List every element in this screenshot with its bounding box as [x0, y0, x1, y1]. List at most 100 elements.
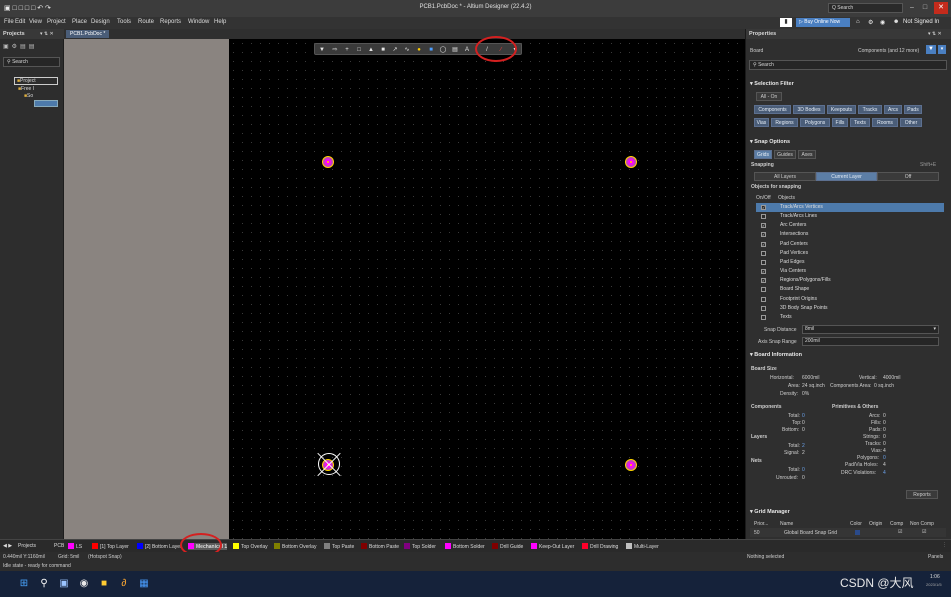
tree-item-source[interactable]: ■So [24, 93, 33, 99]
projects-search-input[interactable]: ⚲ Search [3, 57, 60, 67]
snap-object-row[interactable]: Footprint Origins [756, 295, 944, 304]
layer-tab[interactable]: Drill Guide [492, 543, 523, 550]
route-icon[interactable]: ⇨ [331, 46, 339, 54]
browser-icon[interactable]: ◉ [78, 578, 90, 590]
chat-icon[interactable]: ▮ [780, 18, 792, 27]
layer-tab[interactable]: Top Paste [324, 543, 354, 550]
snap-object-row[interactable]: 3D Body Snap Points [756, 304, 944, 313]
snap-object-row[interactable]: Texts [756, 313, 944, 322]
tree-item-pcbdoc[interactable] [34, 100, 58, 107]
layer-tab[interactable]: Multi-Layer [626, 543, 659, 550]
menu-project[interactable]: Project [47, 19, 66, 25]
layer-more-icon[interactable]: ⋮ [942, 542, 947, 548]
buy-online-button[interactable]: ▷ Buy Online Now [796, 18, 850, 27]
filter-dropdown-icon[interactable]: ▾ [938, 45, 946, 54]
menu-reports[interactable]: Reports [160, 19, 181, 25]
snap-all-layers-button[interactable]: All Layers [754, 172, 816, 181]
task-view-icon[interactable]: ▣ [58, 578, 70, 590]
snap-object-checkbox[interactable]: ✓ [761, 205, 766, 210]
filter-fills-button[interactable]: Fills [832, 118, 848, 127]
panel-controls-icon[interactable]: ▾ ⇅ ✕ [928, 31, 942, 37]
grid-manager-header[interactable]: ▾ Grid Manager [750, 509, 790, 515]
pad-top-left[interactable] [323, 157, 333, 167]
altium-icon[interactable]: ∂ [118, 578, 130, 590]
fill-icon[interactable]: ■ [427, 46, 435, 54]
snap-object-checkbox[interactable] [761, 314, 766, 320]
snap-object-row[interactable]: ✓ Track/Arcs Vertices [756, 203, 944, 212]
filter-pads-button[interactable]: Pads [904, 105, 922, 114]
snap-object-row[interactable]: Track/Arcs Lines [756, 212, 944, 221]
layer-tab[interactable]: Drill Drawing [582, 543, 618, 550]
grid-noncomp-checkbox[interactable]: ☑ [922, 529, 926, 535]
snap-distance-select[interactable]: 8mil ▾ [802, 325, 939, 334]
board-info-header[interactable]: ▾ Board Information [750, 352, 802, 358]
home-icon[interactable]: ⌂ [856, 19, 860, 25]
panels-button[interactable]: Panels [928, 554, 943, 560]
selection-filter-header[interactable]: ▾ Selection Filter [750, 81, 794, 87]
layer-tab[interactable]: [1] Top Layer [92, 543, 129, 550]
filter-icon[interactable]: ▼ [926, 45, 936, 54]
polygon-icon[interactable]: ◯ [439, 46, 447, 54]
align-icon[interactable]: ▲ [367, 46, 375, 54]
snap-object-row[interactable]: Pad Vertices [756, 249, 944, 258]
snap-tab-guides[interactable]: Guides [774, 150, 796, 159]
snap-object-row[interactable]: ✓ Arc Centers [756, 221, 944, 230]
menu-place[interactable]: Place [72, 19, 87, 25]
filter-keepouts-button[interactable]: Keepouts [827, 105, 856, 114]
menu-view[interactable]: View [29, 19, 42, 25]
reports-button[interactable]: Reports [906, 490, 938, 499]
windows-start-icon[interactable]: ⊞ [18, 578, 30, 590]
snap-options-header[interactable]: ▾ Snap Options [750, 139, 790, 145]
filter-tracks-button[interactable]: Tracks [858, 105, 882, 114]
grid-color-swatch[interactable] [855, 530, 860, 535]
grid-comp-checkbox[interactable]: ☑ [898, 529, 902, 535]
polygons-value[interactable]: 0 [883, 455, 886, 461]
filter-regions-button[interactable]: Regions [771, 118, 798, 127]
tab-projects[interactable]: Projects [18, 543, 36, 549]
snap-object-checkbox[interactable]: ✓ [761, 269, 766, 275]
layer-tab[interactable]: Bottom Overlay [274, 543, 316, 550]
global-search-input[interactable]: Q Search [828, 3, 903, 13]
net-icon[interactable]: ∿ [403, 46, 411, 54]
filter-arcs-button[interactable]: Arcs [884, 105, 902, 114]
menu-window[interactable]: Window [188, 19, 209, 25]
filter-3d-bodies-button[interactable]: 3D Bodies [793, 105, 825, 114]
filter-other-button[interactable]: Other [900, 118, 922, 127]
snap-object-checkbox[interactable]: ✓ [761, 278, 766, 284]
text-icon[interactable]: A [463, 46, 471, 54]
snap-object-checkbox[interactable] [761, 296, 766, 302]
layer-set-ls[interactable]: LS [68, 543, 82, 550]
menu-help[interactable]: Help [214, 19, 226, 25]
menu-route[interactable]: Route [138, 19, 154, 25]
panel-pin-icon[interactable]: ▾ ⇅ ✕ [40, 31, 54, 37]
snap-current-layer-button[interactable]: Current Layer [816, 172, 877, 181]
panel-toolbar-icons[interactable]: ▣⚙▤▤ [3, 43, 37, 50]
drc-violations-value[interactable]: 4 [883, 470, 886, 476]
snap-object-checkbox[interactable] [761, 259, 766, 265]
tree-item-free[interactable]: ■Free I [18, 86, 34, 92]
snap-object-checkbox[interactable]: ✓ [761, 241, 766, 247]
tab-pcb1-pcbdoc[interactable]: PCB1.PcbDoc * [66, 30, 110, 38]
menu-tools[interactable]: Tools [117, 19, 131, 25]
all-on-button[interactable]: All - On [756, 92, 782, 101]
snap-object-checkbox[interactable] [761, 305, 766, 311]
pcb-canvas[interactable] [229, 39, 745, 539]
search-icon[interactable]: ⚲ [38, 578, 50, 590]
filter-vias-button[interactable]: Vias [754, 118, 769, 127]
axis-snap-range-input[interactable]: 200mil [802, 337, 939, 346]
crosshair-icon[interactable]: + [343, 46, 351, 54]
snap-tab-axes[interactable]: Axes [798, 150, 816, 159]
snap-object-row[interactable]: ✓ Pad Centers [756, 240, 944, 249]
menu-edit[interactable]: Edit [15, 19, 25, 25]
properties-search-input[interactable]: ⚲ Search [749, 60, 947, 70]
minimize-button[interactable]: – [908, 4, 916, 12]
select-rect-icon[interactable]: □ [355, 46, 363, 54]
tree-item-project[interactable]: ■Project [14, 77, 58, 85]
snap-object-row[interactable]: ✓ Via Centers [756, 267, 944, 276]
notifications-icon[interactable]: ◉ [880, 19, 885, 26]
layer-tab[interactable]: Bottom Paste [361, 543, 399, 550]
filter-components-button[interactable]: Components [754, 105, 791, 114]
component-icon[interactable]: ■ [379, 46, 387, 54]
snap-object-checkbox[interactable] [761, 287, 766, 293]
menu-file[interactable]: File [4, 19, 14, 25]
